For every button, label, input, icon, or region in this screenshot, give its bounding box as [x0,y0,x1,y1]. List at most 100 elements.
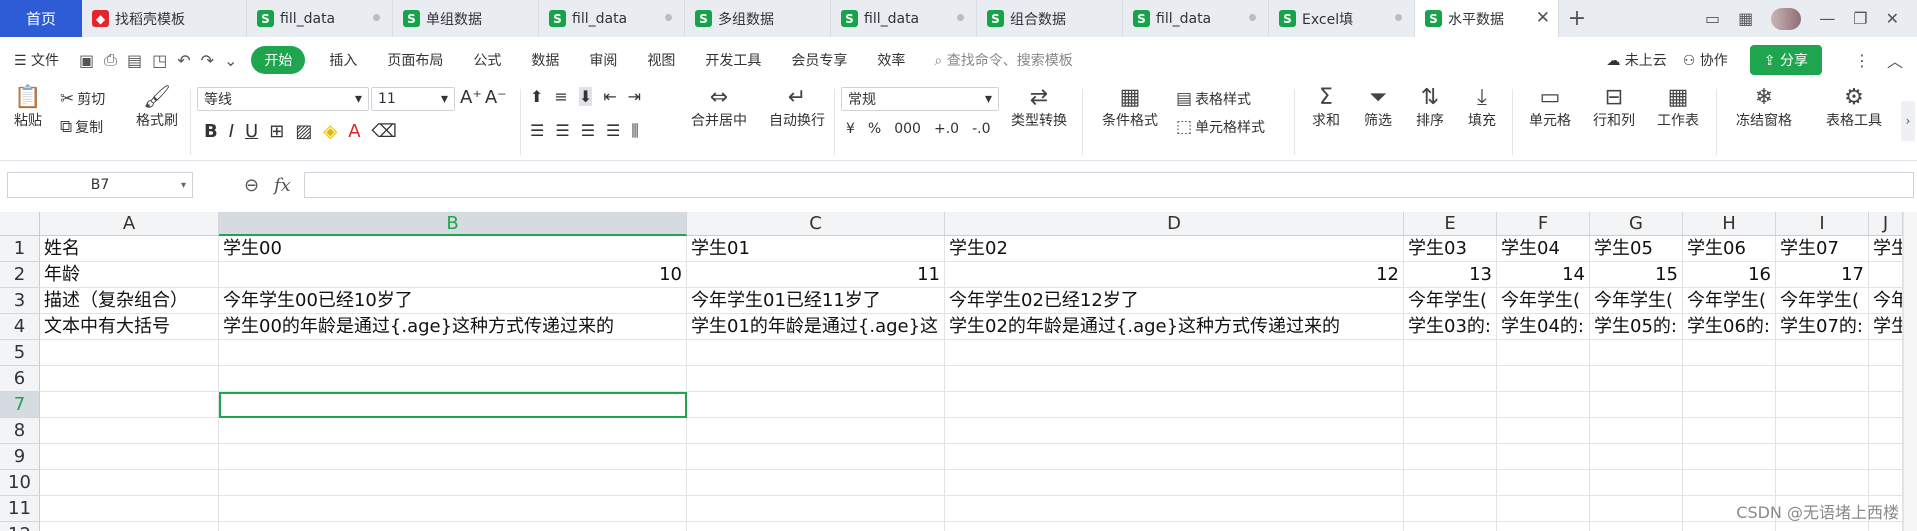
row-header[interactable]: 9 [0,444,40,470]
type-convert-button[interactable]: ⇄ 类型转换 [1003,85,1075,131]
cell[interactable] [1404,496,1497,522]
cell[interactable]: 今年学生( [1404,288,1497,314]
cell[interactable]: 10 [219,262,687,288]
cell[interactable] [1590,522,1683,531]
column-header[interactable]: J [1869,212,1903,236]
cell[interactable] [1776,470,1869,496]
cell[interactable] [1497,418,1590,444]
number-format-select[interactable]: 常规 ▾ [841,87,999,111]
column-header[interactable]: B [219,212,687,236]
outdent-icon[interactable]: ⇤ [603,87,616,106]
print-preview-icon[interactable]: ▤ [127,51,142,70]
worksheet-button[interactable]: ▦ 工作表 [1648,85,1708,131]
paste-button[interactable]: 📋 粘贴 [8,85,48,131]
cell[interactable] [1683,444,1776,470]
conditional-format-button[interactable]: ▦ 条件格式 [1094,85,1166,131]
cell[interactable]: 学生01的年龄是通过{.age}这 [687,314,945,340]
tab-doc[interactable]: S 单组数据 [393,0,539,37]
cell[interactable]: 11 [687,262,945,288]
chevron-down-icon[interactable]: ⌄ [224,51,237,70]
cell[interactable]: 今年学生( [1497,288,1590,314]
cell[interactable] [1590,496,1683,522]
cell[interactable] [1683,470,1776,496]
tab-doc[interactable]: Sfill_data [247,0,393,37]
row-header[interactable]: 5 [0,340,40,366]
cell[interactable]: 学生07的: [1776,314,1869,340]
cell[interactable]: 学生03 [1404,236,1497,262]
cell-style-button[interactable]: ⬚ 单元格样式 [1176,117,1265,137]
formula-input[interactable] [304,172,1914,198]
merge-center-button[interactable]: ⇔ 合并居中 [684,85,754,131]
cell[interactable]: 今年学生( [1590,288,1683,314]
cell[interactable] [1869,392,1903,418]
row-header[interactable]: 11 [0,496,40,522]
cell[interactable]: 学生06 [1683,236,1776,262]
border-icon[interactable]: ⊞ [269,121,284,142]
cell[interactable]: 学生01 [687,236,945,262]
row-header[interactable]: 10 [0,470,40,496]
freeze-panes-button[interactable]: ❄ 冻结窗格 [1728,85,1800,131]
fill-color-icon[interactable]: ◈ [323,121,337,142]
row-header[interactable]: 6 [0,366,40,392]
cell[interactable]: 17 [1776,262,1869,288]
cell[interactable] [1869,470,1903,496]
align-left-icon[interactable]: ☰ [530,121,544,141]
tab-doc[interactable]: S 组合数据 [977,0,1123,37]
cell[interactable] [1869,444,1903,470]
cell[interactable] [1869,366,1903,392]
cell[interactable]: 今年学生( [1683,288,1776,314]
tab-doc[interactable]: Sfill_data [831,0,977,37]
cell[interactable] [1404,470,1497,496]
cell[interactable]: 学生00 [219,236,687,262]
cell[interactable] [1776,366,1869,392]
cell[interactable]: 学生06的: [1683,314,1776,340]
column-header[interactable]: H [1683,212,1776,236]
cell[interactable]: 学生07 [1776,236,1869,262]
align-center-icon[interactable]: ☰ [555,121,569,141]
cell[interactable] [687,340,945,366]
cell[interactable] [1590,366,1683,392]
cell[interactable]: 姓名 [40,236,219,262]
tab-doc[interactable]: Sfill_data [1123,0,1269,37]
column-header[interactable]: A [40,212,219,236]
cell[interactable] [219,522,687,531]
cell[interactable] [1869,340,1903,366]
cell[interactable] [1869,262,1903,288]
name-box[interactable]: B7 ▾ [7,172,193,198]
zoom-icon[interactable]: ⊖ [244,175,259,196]
row-header[interactable]: 7 [0,392,40,418]
cell[interactable]: 15 [1590,262,1683,288]
fill-button[interactable]: ⤓ 填充 [1458,85,1506,131]
cloud-status[interactable]: ☁ 未上云 [1606,50,1666,70]
justify-icon[interactable]: ☰ [606,121,620,141]
ribbon-scroll-right-icon[interactable]: › [1901,101,1915,141]
cell[interactable] [1497,340,1590,366]
active-cell[interactable] [219,392,687,418]
cell[interactable]: 学生 [1869,314,1903,340]
cell[interactable] [1497,470,1590,496]
select-all-corner[interactable] [0,212,40,236]
tab-home[interactable]: 首页 [0,0,82,37]
tab-insert[interactable]: 插入 [329,50,357,70]
cell[interactable]: 学生03的: [1404,314,1497,340]
cell[interactable] [219,366,687,392]
cell[interactable] [1683,340,1776,366]
new-tab-button[interactable]: + [1559,0,1595,37]
format-painter-button[interactable]: 🖌 格式刷 [134,85,180,131]
avatar[interactable] [1771,7,1802,30]
cell[interactable]: 学生00的年龄是通过{.age}这种方式传递过来的 [219,314,687,340]
cell[interactable] [219,470,687,496]
column-header[interactable]: G [1590,212,1683,236]
bold-icon[interactable]: B [204,121,218,142]
cell[interactable]: 学生02 [945,236,1404,262]
row-header[interactable]: 8 [0,418,40,444]
cell[interactable]: 学生02的年龄是通过{.age}这种方式传递过来的 [945,314,1404,340]
tab-doc[interactable]: S Excel填 [1269,0,1415,37]
sum-button[interactable]: Σ 求和 [1302,85,1350,131]
cell[interactable] [219,444,687,470]
cell-button[interactable]: ▭ 单元格 [1520,85,1580,131]
cell[interactable]: 14 [1497,262,1590,288]
italic-icon[interactable]: I [229,121,234,142]
table-style-button[interactable]: ▤ 表格样式 [1176,89,1251,109]
tab-developer[interactable]: 开发工具 [705,50,761,70]
